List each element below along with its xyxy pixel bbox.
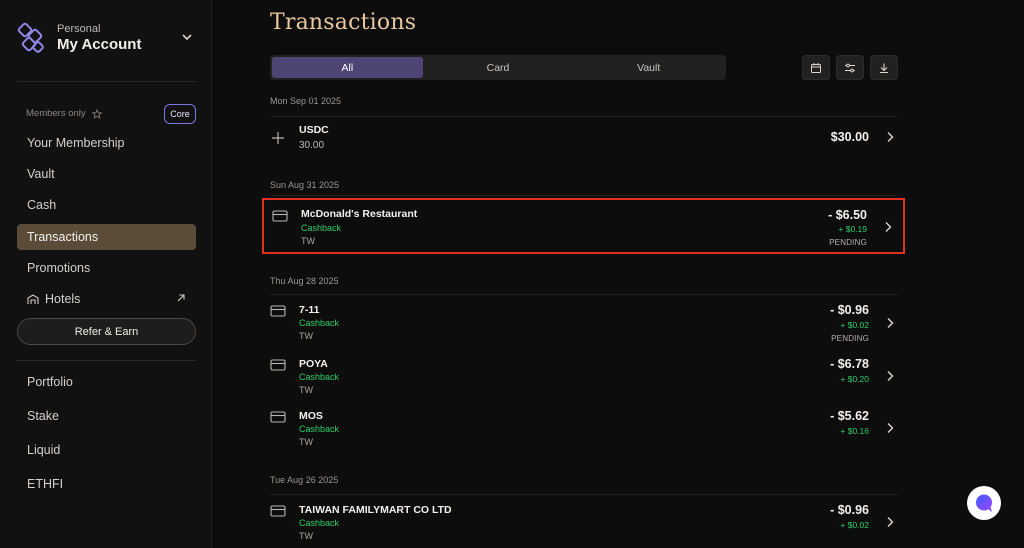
download-icon	[880, 63, 888, 73]
divider	[270, 494, 898, 495]
transaction-row[interactable]: MOS Cashback TW - $5.62 + $0.16	[262, 406, 905, 448]
divider	[270, 116, 898, 117]
status-badge: PENDING	[831, 334, 869, 343]
account-type: Personal	[57, 23, 101, 35]
transaction-row[interactable]: POYA Cashback TW - $6.78 + $0.20	[262, 354, 905, 396]
sidebar-item-membership[interactable]: Your Membership	[17, 130, 196, 156]
external-link-icon	[177, 294, 185, 302]
hotel-icon	[27, 294, 39, 304]
card-icon	[270, 305, 286, 317]
account-switcher[interactable]: Personal My Account	[16, 16, 196, 60]
chat-bubble-icon	[976, 494, 992, 512]
chevron-down-icon	[182, 34, 192, 41]
tab-card[interactable]: Card	[423, 57, 574, 78]
sidebar: Personal My Account Members only Core Yo…	[0, 0, 212, 548]
card-icon	[270, 411, 286, 423]
plus-icon	[272, 132, 284, 144]
chat-launcher-button[interactable]	[967, 486, 1001, 520]
calendar-button[interactable]	[802, 55, 830, 80]
status-badge: PENDING	[829, 238, 867, 247]
account-name: My Account	[57, 36, 142, 53]
sidebar-item-liquid[interactable]: Liquid	[17, 437, 196, 463]
filter-tabs: All Card Vault	[270, 55, 726, 80]
transaction-row[interactable]: USDC 30.00 $30.00	[262, 120, 905, 156]
sidebar-item-hotels[interactable]: Hotels	[17, 286, 196, 312]
sidebar-item-vault[interactable]: Vault	[17, 161, 196, 187]
page-title: Transactions	[270, 10, 417, 35]
date-header: Sun Aug 31 2025	[270, 180, 340, 190]
chevron-right-icon	[885, 222, 892, 232]
chevron-right-icon	[887, 517, 894, 527]
tab-all[interactable]: All	[272, 57, 423, 78]
divider	[17, 360, 196, 361]
chevron-right-icon	[887, 423, 894, 433]
divider	[270, 294, 898, 295]
core-badge[interactable]: Core	[164, 104, 196, 124]
star-icon	[91, 108, 102, 119]
sidebar-item-promotions[interactable]: Promotions	[17, 255, 196, 281]
sidebar-item-portfolio[interactable]: Portfolio	[17, 369, 196, 395]
download-button[interactable]	[870, 55, 898, 80]
sidebar-item-cash[interactable]: Cash	[17, 192, 196, 218]
sidebar-item-ethfi[interactable]: ETHFI	[17, 471, 196, 497]
chevron-right-icon	[887, 132, 894, 142]
card-icon	[272, 210, 288, 222]
chevron-right-icon	[887, 371, 894, 381]
transaction-row[interactable]: 7-11 Cashback TW - $0.96 + $0.02 PENDING	[262, 300, 905, 346]
sidebar-item-transactions[interactable]: Transactions	[17, 224, 196, 250]
transaction-row[interactable]: McDonald's Restaurant Cashback TW - $6.5…	[262, 198, 905, 254]
calendar-icon	[811, 62, 821, 73]
logo-icon	[17, 22, 44, 53]
chevron-right-icon	[887, 318, 894, 328]
date-header: Thu Aug 28 2025	[270, 276, 339, 286]
card-icon	[270, 359, 286, 371]
card-icon	[270, 505, 286, 517]
date-header: Tue Aug 26 2025	[270, 475, 339, 485]
date-header: Mon Sep 01 2025	[270, 96, 342, 106]
filter-sliders-icon	[845, 63, 855, 72]
filter-button[interactable]	[836, 55, 864, 80]
transaction-row[interactable]: TAIWAN FAMILYMART CO LTD Cashback TW - $…	[262, 500, 905, 544]
divider	[270, 195, 898, 196]
divider	[17, 81, 196, 82]
tab-vault[interactable]: Vault	[573, 57, 724, 78]
members-only-label: Members only	[26, 108, 102, 119]
sidebar-item-stake[interactable]: Stake	[17, 403, 196, 429]
refer-earn-button[interactable]: Refer & Earn	[17, 318, 196, 345]
